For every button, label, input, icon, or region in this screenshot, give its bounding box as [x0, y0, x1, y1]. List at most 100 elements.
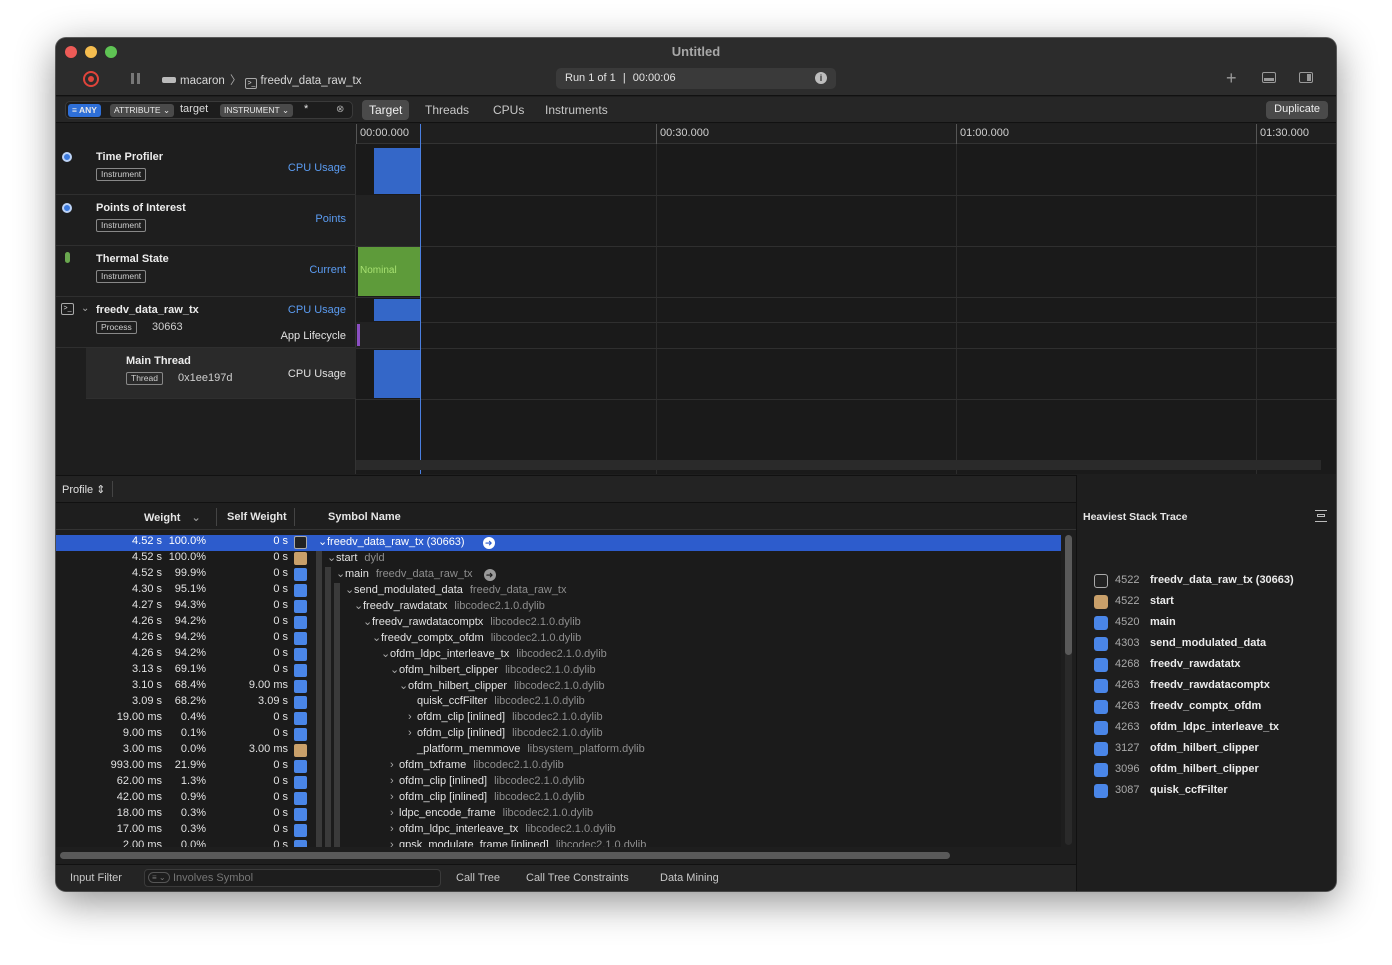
- track-metric-selector[interactable]: Current: [309, 264, 346, 276]
- column-self-weight[interactable]: Self Weight: [227, 511, 287, 523]
- table-row[interactable]: 4.27 s 94.3% 0 s ⌄freedv_rawdatatx libcod…: [56, 599, 1061, 615]
- tab-target[interactable]: Target: [362, 100, 410, 120]
- table-row[interactable]: 4.26 s 94.2% 0 s ⌄ofdm_ldpc_interleave_t…: [56, 647, 1061, 663]
- cpu-usage-block[interactable]: [374, 148, 420, 194]
- filter-attribute-chip[interactable]: ATTRIBUTE ⌄: [110, 104, 175, 117]
- focus-arrow-icon[interactable]: ➜: [483, 569, 496, 581]
- chevron-down-icon[interactable]: ⌄: [399, 679, 408, 692]
- track-metric-selector[interactable]: CPU Usage: [288, 304, 346, 316]
- table-row[interactable]: 4.26 s 94.2% 0 s ⌄freedv_rawdatacomptx li…: [56, 615, 1061, 631]
- track-points-of-interest[interactable]: Points of Interest Instrument Points: [56, 195, 356, 246]
- chevron-right-icon[interactable]: ›: [390, 823, 399, 835]
- chevron-down-icon[interactable]: ⌄: [81, 303, 89, 314]
- table-row[interactable]: 18.00 ms 0.3% 0 s › ldpc_encode_frame libc…: [56, 807, 1061, 823]
- tree-guide: [334, 615, 340, 631]
- chevron-right-icon[interactable]: ›: [390, 839, 399, 847]
- filter-instrument-chip[interactable]: INSTRUMENT ⌄: [220, 104, 294, 117]
- table-row[interactable]: 993.00 ms 21.9% 0 s › ofdm_txframe libcode…: [56, 759, 1061, 775]
- timeline-scrollbar[interactable]: [356, 460, 1321, 470]
- table-row[interactable]: 4.52 s 100.0% 0 s ⌄freedv_data_raw_tx (3…: [56, 535, 1061, 551]
- chevron-right-icon[interactable]: ›: [390, 791, 399, 803]
- track-metric-secondary[interactable]: App Lifecycle: [281, 330, 346, 342]
- table-row[interactable]: 4.30 s 95.1% 0 s ⌄send_modulated_data fre…: [56, 583, 1061, 599]
- info-icon[interactable]: i: [815, 72, 827, 84]
- inspector-toggle-icon[interactable]: [1299, 72, 1313, 83]
- chevron-down-icon[interactable]: ⌄: [336, 567, 345, 580]
- symbol-name: ofdm_clip [inlined]: [417, 727, 506, 739]
- call-tree[interactable]: 4.52 s 100.0% 0 s ⌄freedv_data_raw_tx (3…: [56, 535, 1061, 847]
- table-row[interactable]: 19.00 ms 0.4% 0 s › ofdm_clip [inlined] li…: [56, 711, 1061, 727]
- track-process[interactable]: >_ ⌄ freedv_data_raw_tx Process 30663 CP…: [56, 297, 356, 348]
- expand-collapse-icon[interactable]: [1315, 510, 1327, 522]
- chevron-right-icon[interactable]: ›: [408, 711, 417, 723]
- chevron-right-icon[interactable]: ›: [408, 727, 417, 739]
- self-weight-value: 0 s: [273, 647, 288, 659]
- chevron-right-icon[interactable]: ›: [390, 775, 399, 787]
- table-row[interactable]: 2.00 ms 0.0% 0 s › qpsk_modulate_frame [i…: [56, 839, 1061, 847]
- weight-percent: 68.2%: [174, 695, 206, 707]
- focus-arrow-icon[interactable]: ➜: [482, 537, 495, 549]
- data-mining-button[interactable]: Data Mining: [660, 872, 719, 884]
- table-row[interactable]: 4.26 s 94.2% 0 s ⌄freedv_comptx_ofdm libc…: [56, 631, 1061, 647]
- input-filter-field[interactable]: ≡ ⌄: [144, 869, 441, 887]
- weight-value: 62.00 ms: [116, 775, 162, 787]
- profile-mode-selector[interactable]: Profile ⇕: [62, 483, 105, 496]
- chevron-down-icon[interactable]: ⌄: [345, 583, 354, 596]
- cpu-usage-block[interactable]: [374, 299, 420, 321]
- table-row[interactable]: 42.00 ms 0.9% 0 s › ofdm_clip [inlined] li…: [56, 791, 1061, 807]
- chevron-down-icon[interactable]: ⌄: [363, 615, 372, 628]
- call-tree-vertical-scrollbar[interactable]: [1065, 535, 1072, 845]
- call-tree-button[interactable]: Call Tree: [456, 872, 500, 884]
- timeline-graphs[interactable]: Nominal: [356, 124, 1336, 474]
- record-button[interactable]: [83, 71, 99, 87]
- table-row[interactable]: 3.10 s 68.4% 9.00 ms ⌄ofdm_hilbert_clipp…: [56, 679, 1061, 695]
- table-row[interactable]: 4.52 s 100.0% 0 s ⌄start dyld: [56, 551, 1061, 567]
- cpu-usage-block[interactable]: [374, 350, 420, 398]
- chevron-down-icon[interactable]: ⌄: [381, 647, 390, 660]
- tab-cpus[interactable]: CPUs: [486, 100, 531, 120]
- table-row[interactable]: 3.00 ms 0.0% 3.00 ms _platform_memmove li…: [56, 743, 1061, 759]
- user-code-icon: [294, 792, 307, 805]
- target-breadcrumb[interactable]: macaron 〉 >_ freedv_data_raw_tx: [162, 72, 361, 89]
- table-row[interactable]: 62.00 ms 1.3% 0 s › ofdm_clip [inlined] li…: [56, 775, 1061, 791]
- column-weight[interactable]: Weight ⌄: [144, 511, 201, 524]
- filter-any-chip[interactable]: ≡ ANY: [68, 104, 101, 117]
- track-metric-selector[interactable]: CPU Usage: [288, 368, 346, 380]
- track-filter-field[interactable]: ≡ ANY ATTRIBUTE ⌄ target INSTRUMENT ⌄ * …: [65, 101, 353, 119]
- thermal-state-block[interactable]: Nominal: [358, 247, 420, 296]
- playhead[interactable]: [420, 124, 421, 474]
- call-tree-horizontal-scrollbar[interactable]: [60, 852, 950, 859]
- track-time-profiler[interactable]: Time Profiler Instrument CPU Usage: [56, 144, 356, 195]
- clear-filter-icon[interactable]: ⊗: [332, 103, 348, 116]
- track-metric-selector[interactable]: Points: [315, 213, 346, 225]
- terminal-icon: >_: [61, 303, 74, 315]
- call-tree-constraints-button[interactable]: Call Tree Constraints: [526, 872, 629, 884]
- chevron-down-icon[interactable]: ⌄: [327, 551, 336, 564]
- filter-options-icon[interactable]: ≡ ⌄: [148, 872, 170, 883]
- chevron-down-icon[interactable]: ⌄: [354, 599, 363, 612]
- table-row[interactable]: 9.00 ms 0.1% 0 s › ofdm_clip [inlined] lib…: [56, 727, 1061, 743]
- track-metric-selector[interactable]: CPU Usage: [288, 162, 346, 174]
- bottom-panel-toggle-icon[interactable]: [1262, 72, 1276, 83]
- tab-instruments[interactable]: Instruments: [538, 100, 615, 120]
- symbol-name: start: [336, 552, 358, 564]
- scroll-thumb[interactable]: [1065, 535, 1072, 655]
- chevron-down-icon[interactable]: ⌄: [318, 535, 327, 548]
- track-main-thread[interactable]: Main Thread Thread 0x1ee197d CPU Usage: [86, 348, 356, 399]
- track-thermal-state[interactable]: Thermal State Instrument Current: [56, 246, 356, 297]
- timeline-ruler[interactable]: 00:00.000 00:30.000 01:00.000 01:30.000: [356, 124, 1336, 144]
- chevron-right-icon[interactable]: ›: [390, 807, 399, 819]
- chevron-down-icon[interactable]: ⌄: [372, 631, 381, 644]
- table-row[interactable]: 4.52 s 99.9% 0 s ⌄main freedv_data_raw_tx…: [56, 567, 1061, 583]
- table-row[interactable]: 3.09 s 68.2% 3.09 s quisk_ccfFilter libco…: [56, 695, 1061, 711]
- tab-threads[interactable]: Threads: [418, 100, 476, 120]
- involves-symbol-input[interactable]: [173, 871, 433, 885]
- chevron-down-icon[interactable]: ⌄: [390, 663, 399, 676]
- table-row[interactable]: 17.00 ms 0.3% 0 s › ofdm_ldpc_interleave_…: [56, 823, 1061, 839]
- pause-button[interactable]: [131, 73, 140, 84]
- chevron-right-icon[interactable]: ›: [390, 759, 399, 771]
- column-symbol-name[interactable]: Symbol Name: [328, 511, 401, 523]
- table-row[interactable]: 3.13 s 69.1% 0 s ⌄ofdm_hilbert_clipper li…: [56, 663, 1061, 679]
- duplicate-button[interactable]: Duplicate: [1266, 101, 1328, 119]
- plus-icon[interactable]: +: [1226, 68, 1237, 89]
